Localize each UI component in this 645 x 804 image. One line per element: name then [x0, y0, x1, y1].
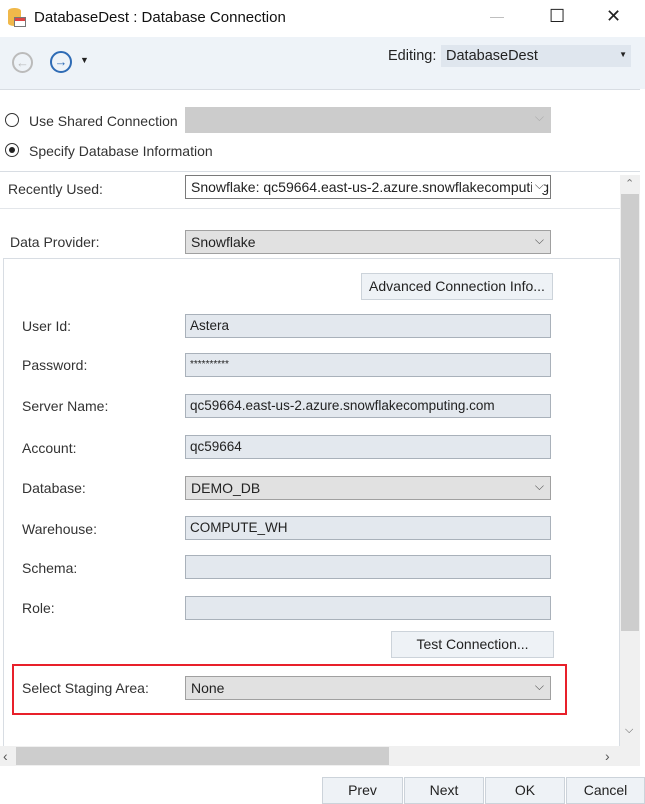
forward-icon[interactable]: →: [50, 51, 72, 73]
use-shared-connection-label[interactable]: Use Shared Connection: [29, 113, 178, 129]
window-title: DatabaseDest : Database Connection: [34, 9, 286, 26]
account-input[interactable]: qc59664: [185, 435, 551, 459]
server-name-input[interactable]: qc59664.east-us-2.azure.snowflakecomputi…: [185, 394, 551, 418]
toolbar: ← → ▼ Editing: DatabaseDest ▼: [0, 37, 645, 89]
minimize-button[interactable]: —: [490, 8, 504, 24]
prev-button[interactable]: Prev: [322, 777, 403, 804]
staging-area-label: Select Staging Area:: [22, 680, 149, 696]
schema-label: Schema:: [22, 560, 78, 576]
recently-used-label: Recently Used:: [8, 181, 103, 197]
back-icon[interactable]: ←: [12, 52, 33, 73]
chevron-down-icon: ⌵: [534, 110, 544, 124]
editing-value: DatabaseDest: [446, 48, 538, 64]
dropdown-icon: ▼: [619, 50, 627, 59]
chevron-down-icon: ⌵: [534, 479, 544, 493]
horizontal-scrollbar[interactable]: ‹ ›: [0, 746, 640, 766]
staging-area-select[interactable]: None ⌵: [185, 676, 551, 700]
database-icon: [8, 8, 26, 28]
chevron-down-icon: ⌵: [534, 679, 544, 693]
forward-dropdown-icon[interactable]: ▼: [80, 55, 89, 65]
recently-used-select[interactable]: Snowflake: qc59664.east-us-2.azure.snowf…: [185, 175, 551, 199]
schema-input[interactable]: [185, 555, 551, 579]
user-id-input[interactable]: Astera: [185, 314, 551, 338]
divider: [0, 171, 640, 172]
chevron-down-icon: ⌵: [534, 233, 544, 247]
specify-database-label[interactable]: Specify Database Information: [29, 143, 213, 159]
warehouse-input[interactable]: COMPUTE_WH: [185, 516, 551, 540]
user-id-label: User Id:: [22, 318, 72, 334]
title-bar: DatabaseDest : Database Connection — ☐ ✕: [0, 0, 645, 36]
horizontal-scroll-thumb[interactable]: [16, 747, 389, 765]
database-label: Database:: [22, 480, 86, 496]
chevron-down-icon: ⌵: [531, 178, 544, 193]
scroll-up-icon[interactable]: ⌃: [625, 177, 634, 190]
next-button[interactable]: Next: [404, 777, 484, 804]
cancel-button[interactable]: Cancel: [566, 777, 645, 804]
password-label: Password:: [22, 357, 88, 373]
role-label: Role:: [22, 600, 55, 616]
vertical-scroll-thumb[interactable]: [621, 194, 639, 631]
account-label: Account:: [22, 440, 77, 456]
maximize-button[interactable]: ☐: [549, 6, 565, 27]
divider: [0, 208, 620, 209]
warehouse-label: Warehouse:: [22, 521, 97, 537]
database-select[interactable]: DEMO_DB ⌵: [185, 476, 551, 500]
close-button[interactable]: ✕: [606, 6, 621, 27]
scroll-right-icon[interactable]: ›: [605, 748, 610, 764]
specify-database-radio[interactable]: [5, 143, 19, 157]
editing-select[interactable]: DatabaseDest ▼: [441, 45, 631, 67]
scroll-left-icon[interactable]: ‹: [3, 748, 8, 764]
role-input[interactable]: [185, 596, 551, 620]
ok-button[interactable]: OK: [485, 777, 565, 804]
shared-connection-select: ⌵: [185, 107, 551, 133]
advanced-connection-info-button[interactable]: Advanced Connection Info...: [361, 273, 553, 300]
editing-label: Editing:: [388, 48, 437, 64]
password-input[interactable]: **********: [185, 353, 551, 377]
data-provider-select[interactable]: Snowflake ⌵: [185, 230, 551, 254]
server-name-label: Server Name:: [22, 398, 109, 414]
vertical-scrollbar[interactable]: ⌃ ⌵: [620, 175, 640, 746]
scroll-down-icon[interactable]: ⌵: [625, 724, 633, 737]
test-connection-button[interactable]: Test Connection...: [391, 631, 554, 658]
data-provider-label: Data Provider:: [10, 234, 100, 250]
use-shared-connection-radio[interactable]: [5, 113, 19, 127]
